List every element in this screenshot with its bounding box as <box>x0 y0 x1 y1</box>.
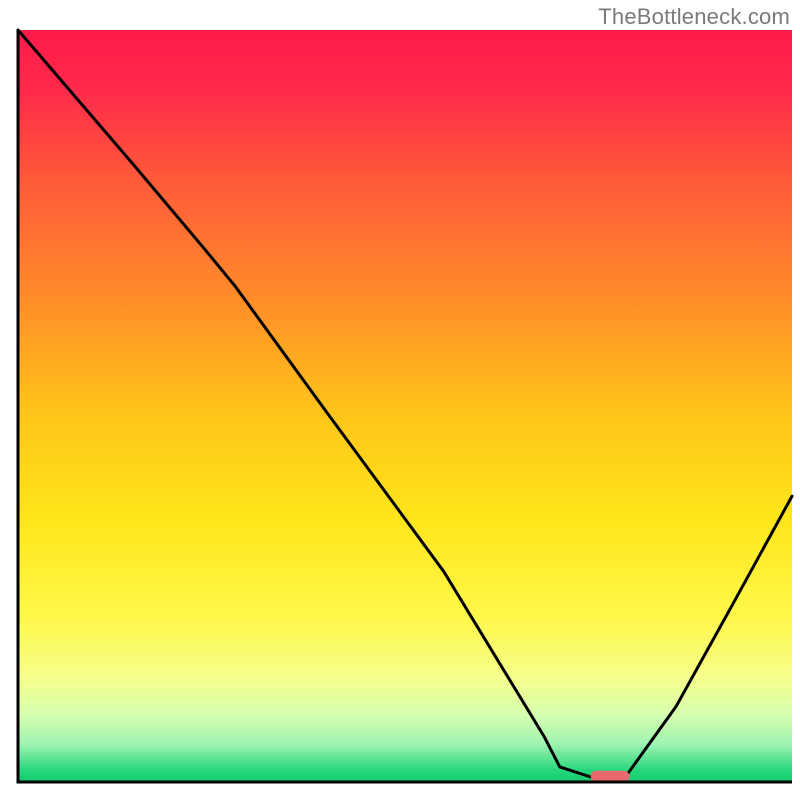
watermark-label: TheBottleneck.com <box>598 4 790 30</box>
marker-pill <box>591 771 630 782</box>
chart-canvas <box>0 0 800 800</box>
chart-background <box>18 30 792 782</box>
